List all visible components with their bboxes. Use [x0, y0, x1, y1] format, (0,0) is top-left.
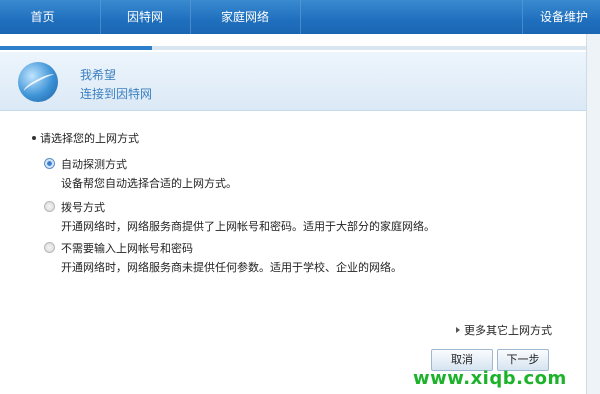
globe-icon: [18, 62, 58, 102]
nav-home[interactable]: 首页: [0, 0, 85, 34]
option-auto-detect-label[interactable]: 自动探测方式: [61, 156, 127, 172]
radio-dialup[interactable]: [44, 201, 55, 212]
radio-auto-detect[interactable]: [44, 158, 55, 169]
scrollbar[interactable]: [586, 34, 600, 394]
banner-title: 我希望: [80, 68, 117, 82]
option-auto-detect-desc: 设备帮您自动选择合适的上网方式。: [61, 177, 237, 190]
nav-divider: [300, 0, 301, 34]
watermark: www.xiqb.com: [413, 368, 567, 389]
option-dialup-label[interactable]: 拨号方式: [61, 199, 105, 215]
page-header-banner: 我希望 连接到因特网: [0, 52, 586, 111]
banner-subtitle: 连接到因特网: [80, 87, 153, 101]
bullet-icon: [32, 136, 36, 140]
section-label: 请选择您的上网方式: [40, 132, 139, 145]
nav-home-network[interactable]: 家庭网络: [190, 0, 300, 34]
arrow-right-icon: [456, 327, 460, 333]
radio-no-account[interactable]: [44, 242, 55, 253]
option-dialup-desc: 开通网络时，网络服务商提供了上网帐号和密码。适用于大部分的家庭网络。: [61, 220, 435, 233]
progress-track: [0, 46, 586, 50]
nav-device-maintenance[interactable]: 设备维护: [540, 0, 600, 34]
top-nav: 首页 因特网 家庭网络 设备维护: [0, 0, 600, 34]
progress-fill: [0, 46, 153, 50]
nav-internet[interactable]: 因特网: [100, 0, 190, 34]
option-no-account-label[interactable]: 不需要输入上网帐号和密码: [61, 240, 193, 256]
option-no-account-desc: 开通网络时，网络服务商未提供任何参数。适用于学校、企业的网络。: [61, 261, 402, 274]
nav-divider: [522, 0, 523, 34]
more-options-link[interactable]: 更多其它上网方式: [464, 322, 552, 338]
